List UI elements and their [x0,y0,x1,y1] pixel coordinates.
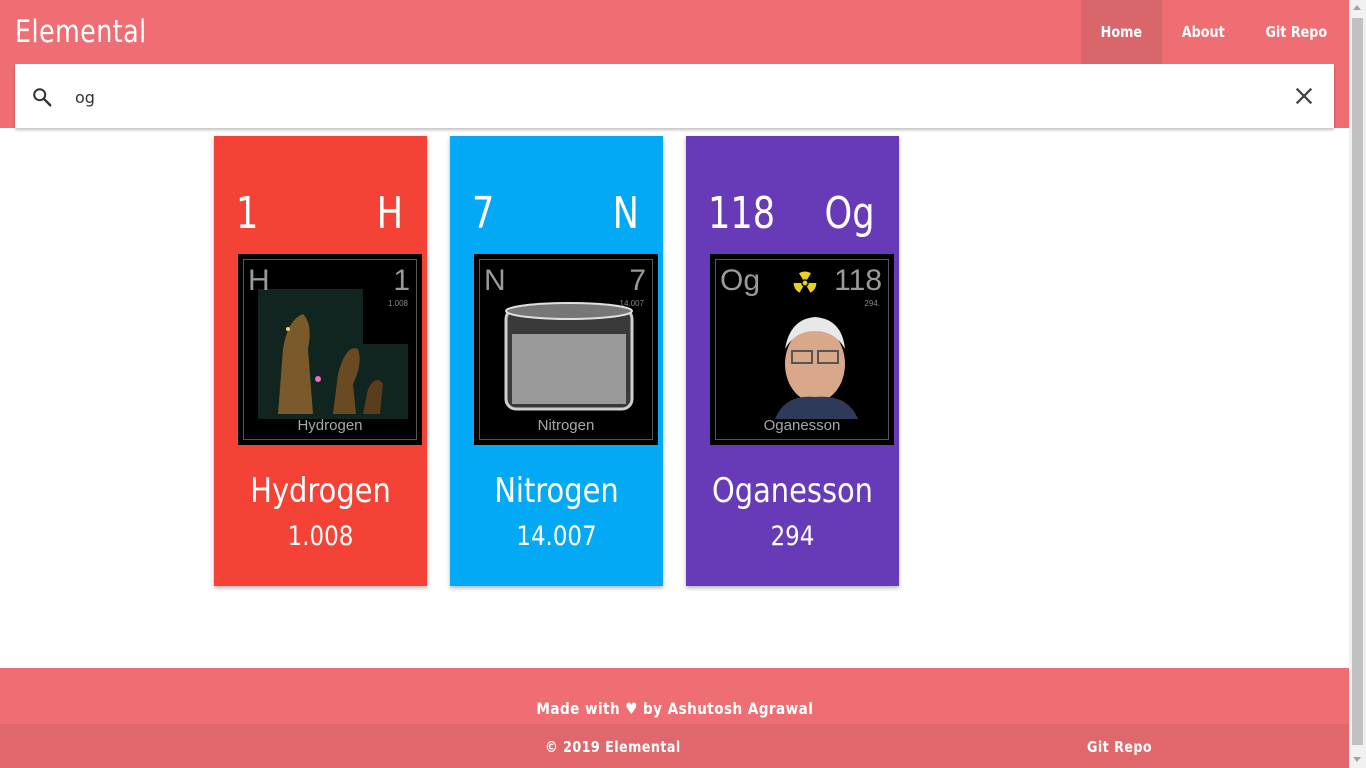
tile-mass: 294. [864,299,880,308]
tile-symbol: H [248,264,270,297]
element-name: Hydrogen [250,471,391,511]
element-name: Oganesson [711,471,874,511]
element-symbol: H [376,188,403,239]
nav-about-label: About [1181,23,1225,41]
element-card-oganesson[interactable]: 118 Og Og 118 294. Oganesson Oganesson 2… [686,136,899,586]
navbar: Elemental Home About Git Repo [0,0,1349,64]
nav-about[interactable]: About [1162,0,1245,64]
radioactive-icon [793,271,817,293]
footer-credit-text: Made with ♥ by Ashutosh Agrawal [536,699,813,718]
search-input[interactable] [75,80,1275,114]
copyright: © 2019 Elemental [545,738,705,756]
footer-credit: Made with ♥ by Ashutosh Agrawal [0,699,1349,718]
scroll-thumb[interactable] [1352,18,1363,745]
search-icon [33,88,52,107]
tile-name: Hydrogen [297,417,363,434]
element-image: Og 118 294. Oganesson [710,254,894,445]
atomic-mass: 1.008 [287,521,354,552]
tile-name: Nitrogen [537,417,595,434]
element-image: H 1 1.008 Hydrogen [238,254,422,445]
atomic-mass: 14.007 [516,521,597,552]
atomic-mass: 294 [770,521,815,552]
portrait-image [730,289,880,419]
liquid-nitrogen-image [494,289,644,419]
element-card-nitrogen[interactable]: 7 N N 7 14.007 Nitrogen Nitrogen 14.007 [450,136,663,586]
nav-git-repo[interactable]: Git Repo [1244,0,1349,64]
tile-number: 1 [393,264,410,297]
tile-symbol: Og [720,264,761,297]
tile-name: Oganesson [763,417,841,434]
tile-mass: 1.008 [387,299,408,308]
tile-number: 118 [834,264,882,297]
nav-links: Home About Git Repo [1081,0,1349,64]
element-name: Nitrogen [494,471,619,511]
footer-git-repo-label: Git Repo [1087,738,1153,756]
atomic-number: 118 [708,188,776,239]
scroll-down-arrow-icon[interactable] [1353,757,1361,762]
nebula-image [258,289,408,419]
scroll-up-arrow-icon[interactable] [1353,5,1361,10]
element-card-hydrogen[interactable]: 1 H H 1 1.008 Hydrogen Hydrogen 1.008 [214,136,427,586]
footer-git-repo-link[interactable]: Git Repo [1087,738,1164,756]
element-symbol: N [612,188,639,239]
tile-number: 7 [629,264,646,297]
copyright-text: © 2019 Elemental [545,738,681,756]
tile-symbol: N [484,264,506,297]
element-symbol: Og [824,188,875,239]
element-image: N 7 14.007 Nitrogen [474,254,658,445]
atomic-number: 1 [236,188,259,239]
nav-home[interactable]: Home [1081,0,1162,64]
tile-mass: 14.007 [619,299,644,308]
nav-home-label: Home [1100,23,1143,41]
close-icon[interactable] [1293,85,1315,107]
atomic-number: 7 [472,188,495,239]
nav-git-repo-label: Git Repo [1265,23,1328,41]
brand-logo[interactable]: Elemental [15,0,147,64]
